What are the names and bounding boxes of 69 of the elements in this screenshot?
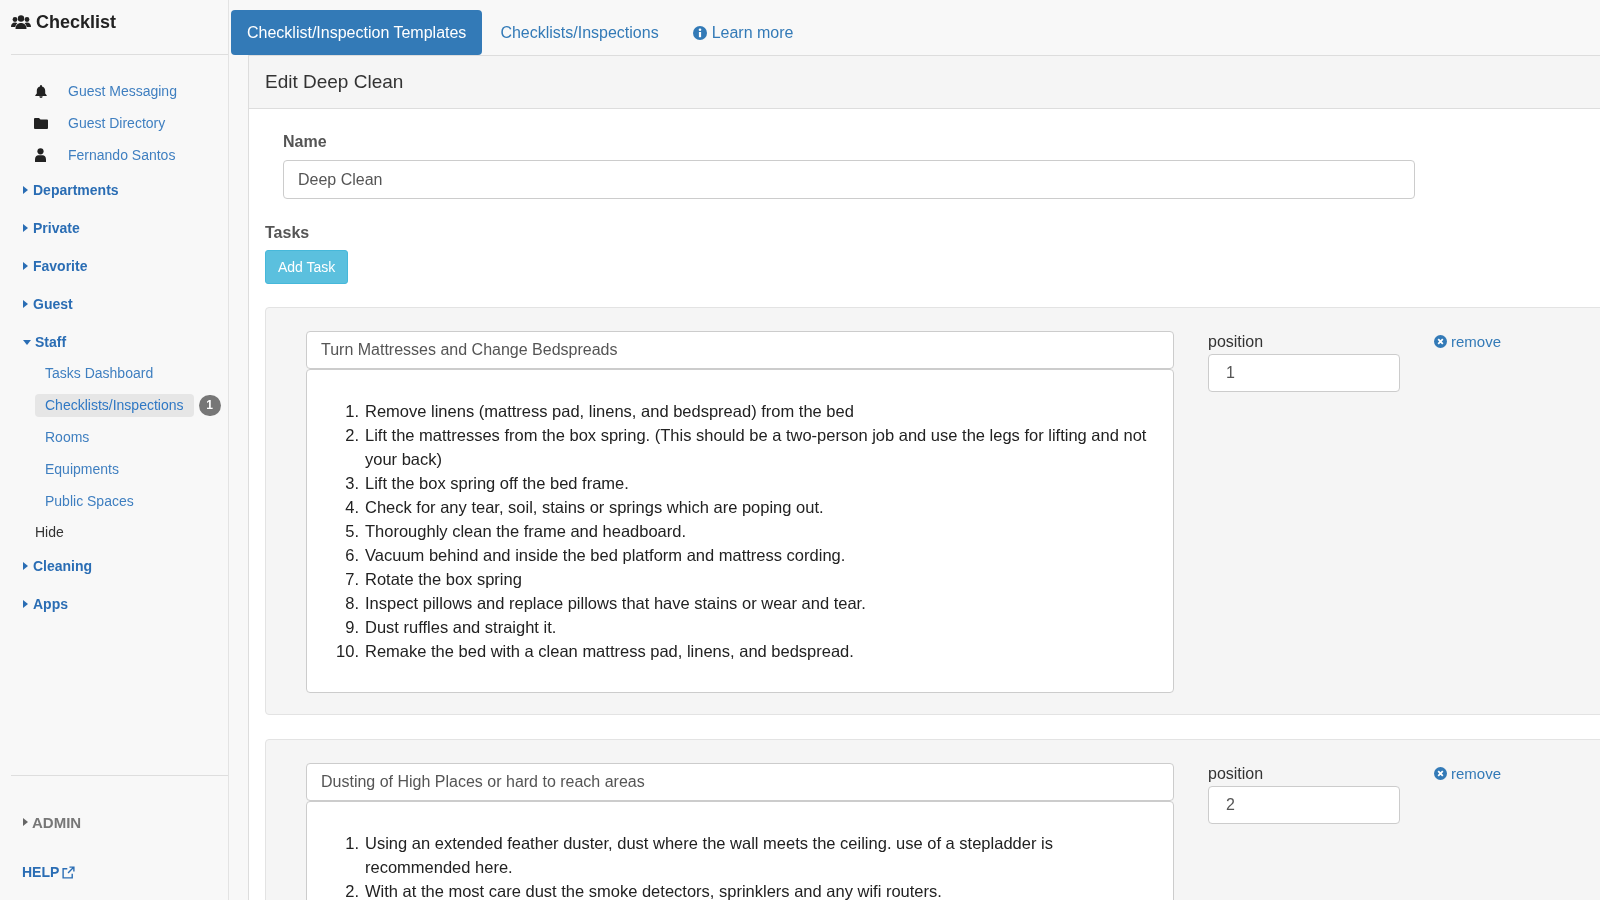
section-link[interactable]: Departments bbox=[23, 182, 119, 198]
step-text: Remake the bed with a clean mattress pad, linens, and bedspread. bbox=[365, 641, 855, 662]
sidebar-link[interactable]: Fernando Santos bbox=[68, 147, 176, 163]
sidebar-item[interactable]: Rooms bbox=[35, 425, 100, 449]
folder-icon bbox=[33, 117, 48, 129]
position-field[interactable]: 2 bbox=[1208, 786, 1400, 824]
sidebar-item[interactable]: Tasks Dashboard bbox=[35, 361, 164, 385]
remove-icon bbox=[1434, 335, 1447, 348]
count-badge: 1 bbox=[198, 394, 221, 416]
users-icon bbox=[11, 14, 31, 30]
step-text: Inspect pillows and replace pillows that have stains or wear and tear. bbox=[365, 593, 867, 614]
step-number: 9. bbox=[344, 617, 359, 638]
position-field[interactable]: 1 bbox=[1208, 354, 1400, 392]
step-number: 4. bbox=[344, 497, 359, 518]
panel-title: Edit Deep Clean bbox=[265, 71, 404, 93]
tab[interactable]: Checklists/Inspections bbox=[484, 10, 675, 55]
position-label: position bbox=[1208, 332, 1265, 352]
external-link-icon bbox=[62, 865, 76, 879]
step-number: 10. bbox=[335, 641, 359, 662]
step-text: Using an extended feather duster, dust where the wall meets the ceiling. use of a stepladder is recommended here. bbox=[365, 833, 1054, 878]
name-field[interactable]: Deep Clean bbox=[283, 160, 1415, 199]
section-link[interactable]: Guest bbox=[23, 296, 73, 312]
task-title-field[interactable]: Dusting of High Places or hard to reach areas bbox=[306, 763, 1174, 801]
step-number: 5. bbox=[344, 521, 359, 542]
help-link[interactable]: HELP bbox=[22, 864, 76, 880]
name-label: Name bbox=[283, 132, 328, 152]
remove-icon bbox=[1434, 767, 1447, 780]
bell-icon bbox=[33, 84, 48, 98]
step-text: Vacuum behind and inside the bed platform and mattress cording. bbox=[365, 545, 847, 566]
step-text: Thoroughly clean the frame and headboard. bbox=[365, 521, 688, 542]
step-number: 7. bbox=[344, 569, 359, 590]
remove-link[interactable]: remove bbox=[1434, 333, 1502, 350]
step-text: With at the most care dust the smoke detectors, sprinklers and any wifi routers. bbox=[365, 881, 943, 900]
step-number: 3. bbox=[344, 473, 359, 494]
sidebar-item[interactable]: Checklists/Inspections bbox=[35, 393, 194, 417]
step-text: Check for any tear, soil, stains or springs which are poping out. bbox=[365, 497, 825, 518]
app-title: Checklist bbox=[36, 11, 117, 33]
remove-link[interactable]: remove bbox=[1434, 765, 1502, 782]
info-icon bbox=[692, 25, 707, 40]
section-link[interactable]: Private bbox=[23, 220, 80, 236]
step-number: 8. bbox=[344, 593, 359, 614]
sidebar-link[interactable]: Guest Directory bbox=[68, 115, 166, 131]
section-link[interactable]: Staff bbox=[23, 334, 67, 350]
step-text: Dust ruffles and straight it. bbox=[365, 617, 558, 638]
sidebar-link[interactable]: Guest Messaging bbox=[68, 83, 177, 99]
step-text: Rotate the box spring bbox=[365, 569, 523, 590]
step-number: 6. bbox=[344, 545, 359, 566]
sidebar-item[interactable]: Equipments bbox=[35, 457, 129, 481]
description-field[interactable]: 1. Using an extended feather duster, dust where the wall meets the ceiling. use of a stepladder is recommended here. 2. With at the most care dust the smoke detectors, sprinklers and any wifi routers. bbox=[306, 801, 1174, 900]
step-number: 2. bbox=[344, 425, 359, 446]
description-field[interactable] bbox=[306, 369, 1174, 693]
admin-link[interactable]: ADMIN bbox=[23, 813, 82, 831]
section-link[interactable]: Cleaning bbox=[23, 558, 93, 574]
user-icon bbox=[35, 148, 46, 162]
step-number: 1. bbox=[344, 833, 359, 854]
tasks-label: Tasks bbox=[265, 223, 311, 243]
hide-link[interactable]: Hide bbox=[35, 524, 64, 540]
step-number: 2. bbox=[344, 881, 359, 900]
task-title-field[interactable]: Turn Mattresses and Change Bedspreads bbox=[306, 331, 1174, 369]
sidebar-item[interactable]: Public Spaces bbox=[35, 489, 144, 513]
position-label: position bbox=[1208, 764, 1265, 784]
tab[interactable]: Checklist/Inspection Templates bbox=[231, 10, 483, 55]
step-number: 1. bbox=[344, 401, 359, 422]
learn-more-link[interactable]: Learn more bbox=[676, 10, 810, 55]
step-text: Remove linens (mattress pad, linens, and bedspread) from the bed bbox=[365, 401, 855, 422]
section-link[interactable]: Favorite bbox=[23, 258, 88, 274]
section-link[interactable]: Apps bbox=[23, 596, 68, 612]
step-text: Lift the mattresses from the box spring. (This should be a two-person job and use the legs for lifting and not your back) bbox=[365, 425, 1148, 470]
step-text: Lift the box spring off the bed frame. bbox=[365, 473, 630, 494]
